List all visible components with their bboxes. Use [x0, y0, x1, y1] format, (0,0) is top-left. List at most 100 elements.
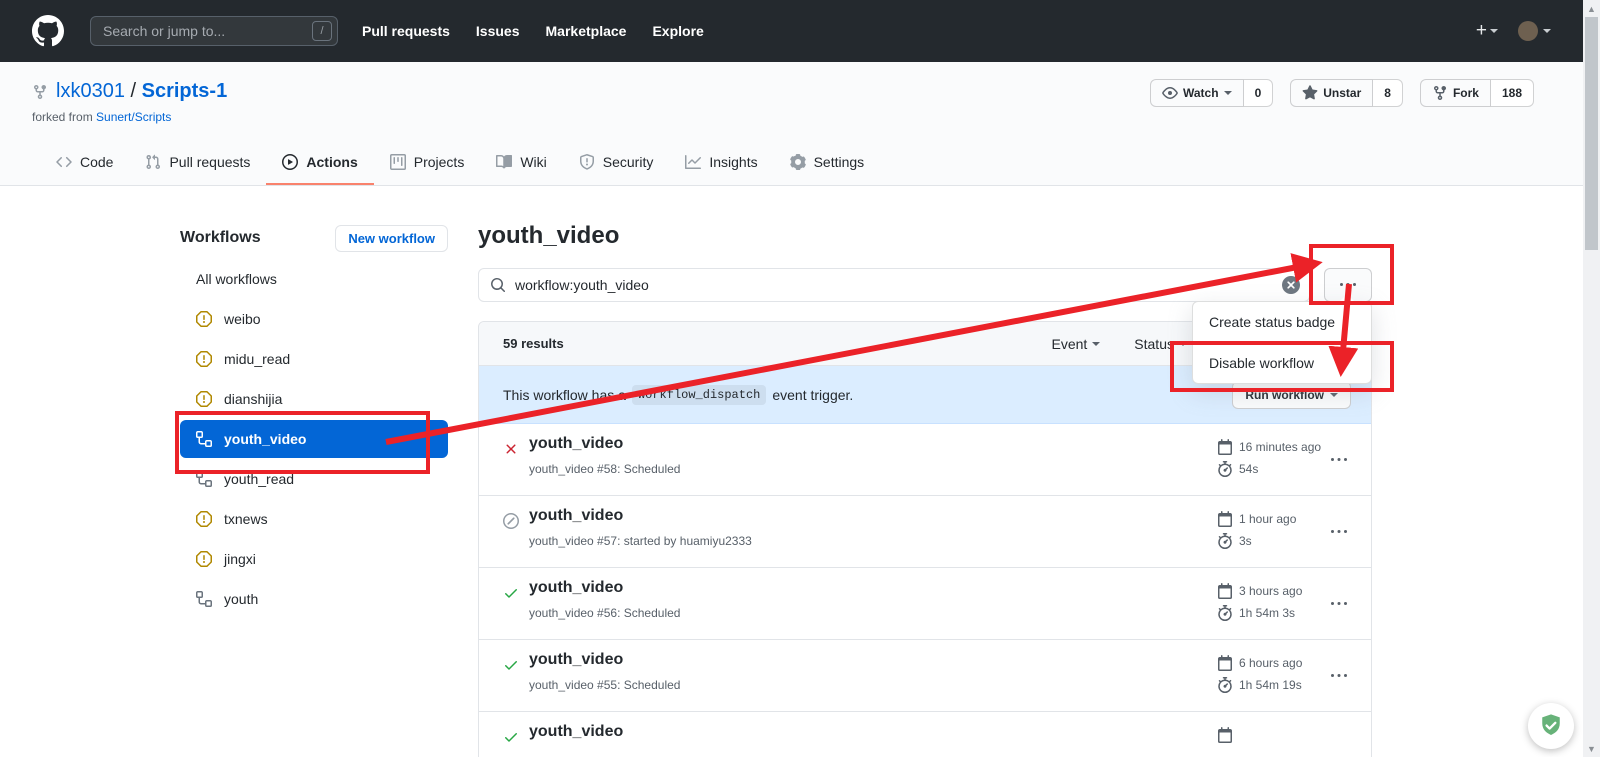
workflow-label: midu_read [224, 351, 290, 367]
scrollbar-down-arrow[interactable]: ▼ [1583, 740, 1600, 757]
tab-security[interactable]: Security [563, 142, 670, 185]
shield-icon [579, 154, 595, 170]
chevron-down-icon [1490, 29, 1498, 33]
workflow-run-row[interactable]: youth_video youth_video #57: started by … [479, 496, 1371, 568]
menu-item-create-status-badge[interactable]: Create status badge [1193, 302, 1371, 342]
tab-label: Actions [306, 154, 357, 170]
chevron-down-icon [1543, 29, 1551, 33]
github-logo-icon[interactable] [32, 15, 64, 47]
repo-owner-link[interactable]: lxk0301 [56, 80, 125, 102]
tab-code[interactable]: Code [40, 142, 129, 185]
workflow-run-row[interactable]: youth_video youth_video #55: Scheduled 6… [479, 640, 1371, 712]
sidebar-item-all-workflows[interactable]: All workflows [180, 259, 448, 299]
unstar-button[interactable]: Unstar [1290, 79, 1373, 107]
chevron-down-icon [1179, 342, 1187, 346]
event-filter-dropdown[interactable]: Event [1051, 336, 1100, 352]
new-workflow-button[interactable]: New workflow [335, 225, 448, 252]
create-new-button[interactable]: + [1476, 20, 1498, 42]
tab-insights[interactable]: Insights [669, 142, 773, 185]
workflow-label: txnews [224, 511, 268, 527]
tab-label: Insights [709, 154, 757, 170]
sidebar-item-txnews[interactable]: txnews [180, 499, 448, 539]
watch-count[interactable]: 0 [1244, 79, 1274, 107]
git-pull-request-icon [145, 154, 161, 170]
menu-item-disable-workflow[interactable]: Disable workflow [1193, 342, 1371, 383]
tab-label: Wiki [520, 154, 546, 170]
page-scrollbar: ▲ ▼ [1583, 0, 1600, 757]
repo-social-buttons: Watch 0 Unstar 8 Fork 188 [1150, 79, 1534, 107]
tab-label: Settings [814, 154, 865, 170]
scrollbar-thumb[interactable] [1585, 17, 1598, 250]
run-title-link[interactable]: youth_video [529, 435, 623, 453]
workflows-sidebar-header: Workflows New workflow [180, 222, 448, 254]
sidebar-item-youth-video[interactable]: youth_video [180, 420, 448, 458]
user-menu[interactable] [1518, 21, 1551, 41]
check-icon [503, 657, 519, 678]
watch-button[interactable]: Watch [1150, 79, 1244, 107]
chevron-down-icon [1092, 342, 1100, 346]
repo-name-link[interactable]: Scripts-1 [142, 80, 228, 102]
sidebar-item-jingxi[interactable]: jingxi [180, 539, 448, 579]
fork-button[interactable]: Fork [1420, 79, 1491, 107]
star-count[interactable]: 8 [1373, 79, 1403, 107]
run-time: 6 hours ago [1239, 656, 1302, 670]
workflow-icon [196, 431, 212, 447]
check-icon [503, 729, 519, 750]
run-meta: 16 minutes ago 54s [1217, 436, 1321, 480]
unstar-label: Unstar [1323, 86, 1361, 100]
tab-actions[interactable]: Actions [266, 142, 373, 185]
workflow-run-row[interactable]: youth_video youth_video #56: Scheduled 3… [479, 568, 1371, 640]
workflow-label: weibo [224, 311, 261, 327]
workflow-run-row[interactable]: youth_video youth_video #58: Scheduled 1… [479, 424, 1371, 496]
workflow-label: jingxi [224, 551, 256, 567]
warning-icon [196, 351, 212, 367]
results-count: 59 results [503, 336, 564, 351]
avatar [1518, 21, 1538, 41]
workflow-icon [196, 471, 212, 487]
runs-filter-input[interactable] [478, 268, 1310, 302]
sidebar-item-youth[interactable]: youth [180, 579, 448, 619]
workflow-label: youth_read [224, 471, 294, 487]
run-options-icon[interactable] [1331, 452, 1347, 473]
run-options-icon[interactable] [1331, 668, 1347, 689]
status-filter-dropdown[interactable]: Status [1134, 336, 1187, 352]
run-title-link[interactable]: youth_video [529, 723, 623, 741]
nav-explore[interactable]: Explore [652, 23, 703, 39]
run-title-link[interactable]: youth_video [529, 507, 623, 525]
header-search-input[interactable] [90, 16, 338, 46]
calendar-icon [1217, 439, 1233, 455]
run-duration: 54s [1239, 462, 1258, 476]
fork-source-link[interactable]: Sunert/Scripts [96, 110, 171, 124]
run-options-icon[interactable] [1331, 524, 1347, 545]
tab-settings[interactable]: Settings [774, 142, 881, 185]
nav-issues[interactable]: Issues [476, 23, 520, 39]
fork-label: Fork [1453, 86, 1479, 100]
workflows-title: Workflows [180, 229, 261, 247]
search-icon [490, 277, 506, 293]
sidebar-item-dianshijia[interactable]: dianshijia [180, 379, 448, 419]
sidebar-item-weibo[interactable]: weibo [180, 299, 448, 339]
run-title-link[interactable]: youth_video [529, 651, 623, 669]
run-title-link[interactable]: youth_video [529, 579, 623, 597]
workflow-run-row[interactable]: youth_video [479, 712, 1371, 757]
sidebar-item-midu-read[interactable]: midu_read [180, 339, 448, 379]
header-search: / [90, 16, 338, 46]
run-options-icon[interactable] [1331, 596, 1347, 617]
sidebar-item-youth-read[interactable]: youth_read [180, 459, 448, 499]
tab-projects[interactable]: Projects [374, 142, 481, 185]
scrollbar-up-arrow[interactable]: ▲ [1583, 0, 1600, 17]
tab-pull-requests[interactable]: Pull requests [129, 142, 266, 185]
workflows-sidebar: Workflows New workflow All workflows wei… [180, 222, 448, 619]
run-workflow-button[interactable]: Run workflow [1232, 381, 1351, 409]
workflow-label: dianshijia [224, 391, 282, 407]
adguard-shield-button[interactable] [1528, 703, 1574, 749]
workflow-runs-panel: 59 results Event Status This workflow ha… [478, 321, 1372, 757]
stopwatch-icon [1217, 461, 1233, 477]
run-subtitle: youth_video #56: Scheduled [529, 606, 680, 620]
clear-filter-button[interactable] [1282, 276, 1300, 294]
tab-wiki[interactable]: Wiki [480, 142, 562, 185]
nav-pull-requests[interactable]: Pull requests [362, 23, 450, 39]
nav-marketplace[interactable]: Marketplace [546, 23, 627, 39]
fork-count[interactable]: 188 [1491, 79, 1534, 107]
eye-icon [1162, 85, 1178, 101]
